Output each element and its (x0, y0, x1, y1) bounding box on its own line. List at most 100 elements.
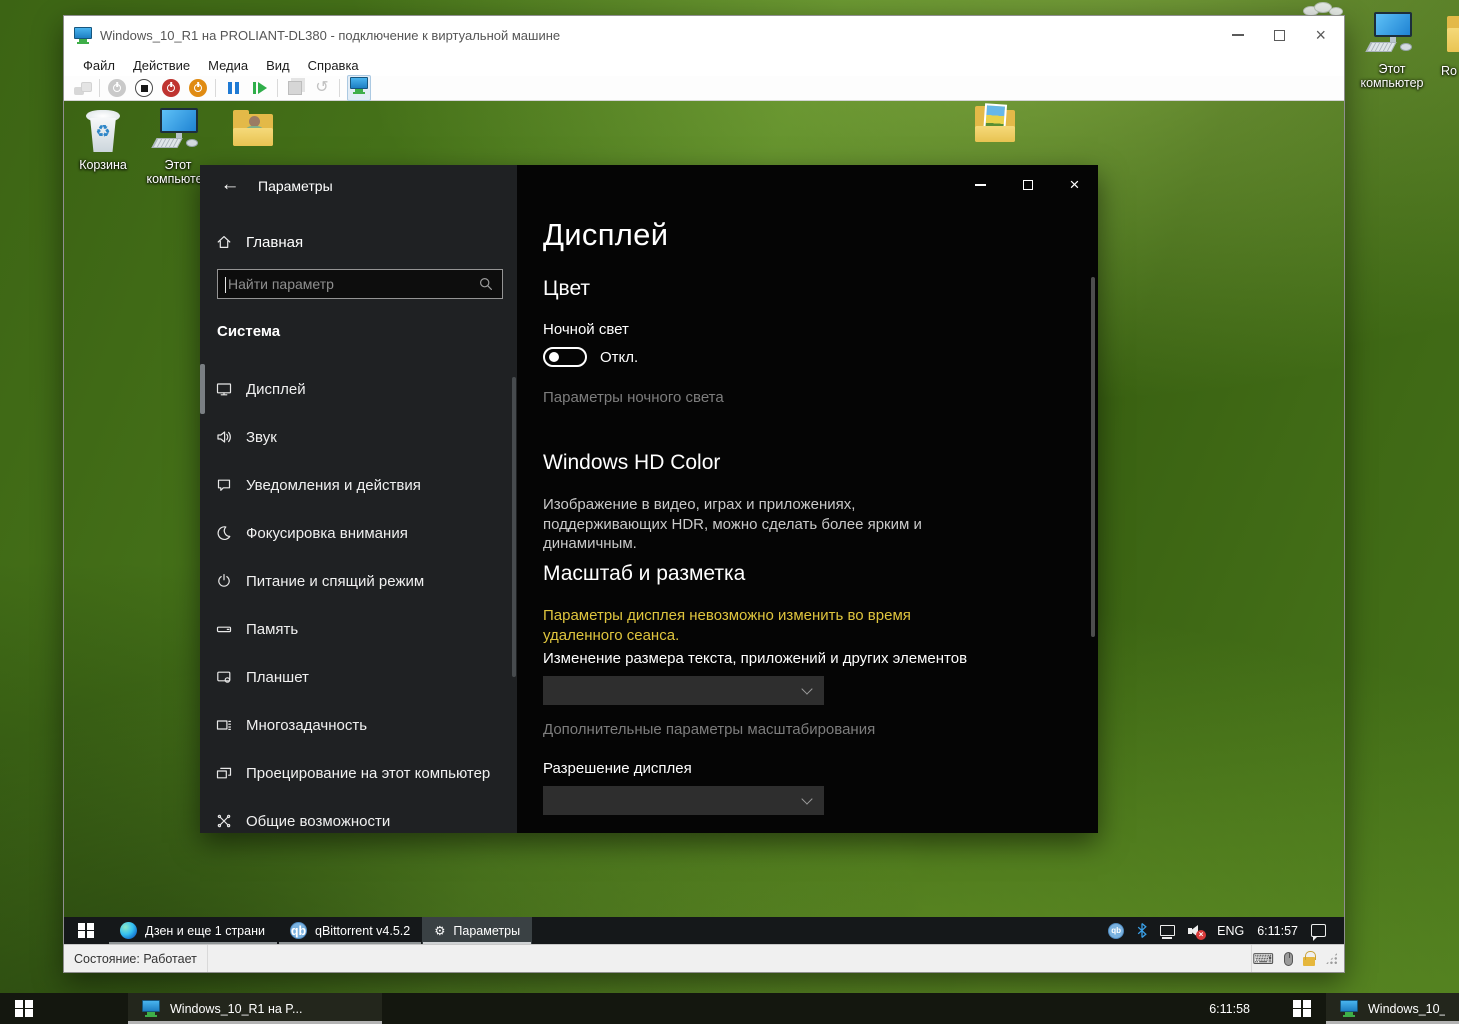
toolbar-separator (215, 79, 216, 97)
task-label: Параметры (453, 924, 520, 938)
sidebar-item-display[interactable]: Дисплей (200, 365, 517, 413)
sidebar-item-tablet[interactable]: Планшет (200, 653, 517, 701)
sidebar-item-label: Память (246, 621, 298, 638)
minimize-icon[interactable] (1232, 34, 1244, 36)
sidebar-item-projecting[interactable]: Проецирование на этот компьютер (200, 749, 517, 797)
resume-icon[interactable] (250, 78, 270, 98)
ctrl-alt-del-icon[interactable] (72, 78, 92, 98)
recycle-bin-icon: ♻ (77, 106, 129, 156)
settings-minimize-button[interactable] (957, 165, 1004, 205)
checkpoint-icon[interactable] (285, 78, 305, 98)
sidebar-item-label: Питание и спящий режим (246, 573, 424, 590)
host-desktop-icon-folder[interactable]: Ro (1437, 12, 1459, 78)
shared-experiences-icon (216, 813, 232, 829)
settings-maximize-button[interactable] (1004, 165, 1051, 205)
vm-screen: ♻ Корзина Этот компьютер (64, 101, 1344, 944)
taskbar-task-settings[interactable]: ⚙ Параметры (422, 917, 532, 944)
resize-grip[interactable] (1325, 952, 1338, 965)
taskbar-task-qbittorrent[interactable]: qb qBittorrent v4.5.2 (278, 917, 422, 944)
bluetooth-icon[interactable] (1137, 923, 1147, 938)
turn-off-icon[interactable] (161, 78, 181, 98)
sidebar-item-focus[interactable]: Фокусировка внимания (200, 509, 517, 557)
sidebar-item-power[interactable]: Питание и спящий режим (200, 557, 517, 605)
vm-status-text: Состояние: Работает (64, 945, 208, 972)
sidebar-item-sound[interactable]: Звук (200, 413, 517, 461)
maximize-icon (1023, 180, 1033, 190)
sidebar-item-label: Планшет (246, 669, 309, 686)
sidebar-scrollbar[interactable] (512, 377, 516, 677)
vmconnect-toolbar: ↺ (64, 76, 1344, 101)
settings-main-panel: × Дисплей Цвет Ночной свет Откл. Парамет… (517, 165, 1098, 833)
menu-help[interactable]: Справка (299, 56, 368, 75)
toolbar-separator (339, 79, 340, 97)
search-icon[interactable] (478, 276, 494, 292)
user-folder-icon (227, 106, 279, 156)
edge-icon (120, 922, 137, 939)
settings-window: ← Параметры Главная Система (200, 165, 1098, 833)
host-task-vmconnect-secondary[interactable]: Windows_10_R1 на P. (1326, 993, 1459, 1024)
hdr-description: Изображение в видео, играх и приложениях… (543, 495, 975, 554)
host-clock[interactable]: 6:11:58 (1209, 993, 1250, 1024)
action-center-icon[interactable] (1311, 924, 1326, 937)
advanced-scaling-link[interactable]: Дополнительные параметры масштабирования (543, 721, 875, 738)
menu-media[interactable]: Медиа (199, 56, 257, 75)
remote-session-warning: Параметры дисплея невозможно изменить во… (543, 606, 979, 645)
revert-icon[interactable]: ↺ (312, 78, 332, 98)
settings-sidebar: ← Параметры Главная Система (200, 165, 517, 833)
search-input[interactable] (218, 276, 478, 292)
host-start-button-secondary[interactable] (1278, 993, 1326, 1024)
host-start-button[interactable] (0, 993, 48, 1024)
desktop-icon-label: Ro (1437, 64, 1459, 78)
resolution-dropdown[interactable] (543, 786, 824, 815)
sidebar-left-scrollbar[interactable] (200, 364, 205, 414)
host-desktop-icon-this-pc[interactable]: Этот компьютер (1352, 10, 1432, 90)
windows-logo-icon (78, 923, 94, 939)
vmconnect-menubar: Файл Действие Медиа Вид Справка (64, 54, 1344, 76)
sidebar-item-shared[interactable]: Общие возможности (200, 797, 517, 833)
maximize-icon[interactable] (1274, 30, 1285, 41)
night-light-state: Откл. (600, 349, 638, 366)
toolbar-separator (277, 79, 278, 97)
taskbar-task-edge[interactable]: Дзен и еще 1 страни... (108, 917, 278, 944)
vm-system-tray: qb × ENG 6:11:57 (1108, 917, 1344, 944)
shutdown-icon[interactable] (188, 78, 208, 98)
tablet-icon (216, 669, 232, 685)
toolbar-separator (99, 79, 100, 97)
sidebar-section-header: Система (217, 323, 280, 340)
vm-monitor-icon (74, 27, 92, 44)
start-vm-icon[interactable] (107, 78, 127, 98)
vm-desktop-icon-user-folder[interactable] (222, 106, 284, 156)
volume-muted-icon[interactable]: × (1188, 924, 1204, 938)
menu-view[interactable]: Вид (257, 56, 299, 75)
host-taskbar: Windows_10_R1 на P... 6:11:58 Windows_10… (0, 993, 1459, 1024)
close-icon[interactable]: × (1315, 28, 1326, 42)
vm-desktop-icon-recycle-bin[interactable]: ♻ Корзина (72, 106, 134, 172)
projecting-icon (216, 765, 232, 781)
clock[interactable]: 6:11:57 (1257, 924, 1298, 938)
main-scrollbar[interactable] (1091, 277, 1095, 637)
vm-start-button[interactable] (64, 917, 108, 944)
qbittorrent-tray-icon[interactable]: qb (1108, 923, 1124, 939)
night-light-toggle[interactable] (543, 347, 587, 367)
host-task-vmconnect[interactable]: Windows_10_R1 на P... (128, 993, 382, 1024)
storage-icon (216, 621, 232, 637)
pictures-folder-icon (969, 102, 1021, 152)
sidebar-item-storage[interactable]: Память (200, 605, 517, 653)
enhanced-session-icon[interactable] (347, 75, 371, 101)
vm-desktop-icon-pictures-folder[interactable] (962, 102, 1028, 152)
sidebar-item-home[interactable]: Главная (216, 227, 496, 257)
network-icon[interactable] (1160, 925, 1175, 936)
menu-action[interactable]: Действие (124, 56, 199, 75)
sidebar-item-notifications[interactable]: Уведомления и действия (200, 461, 517, 509)
stop-vm-icon[interactable] (134, 78, 154, 98)
chevron-down-icon (801, 793, 812, 804)
this-pc-icon (152, 106, 204, 156)
language-indicator[interactable]: ENG (1217, 924, 1244, 938)
pause-icon[interactable] (223, 78, 243, 98)
scale-dropdown[interactable] (543, 676, 824, 705)
settings-close-button[interactable]: × (1051, 165, 1098, 205)
back-icon[interactable]: ← (212, 171, 248, 199)
sidebar-item-multitasking[interactable]: Многозадачность (200, 701, 517, 749)
night-light-settings-link[interactable]: Параметры ночного света (543, 389, 724, 406)
menu-file[interactable]: Файл (74, 56, 124, 75)
